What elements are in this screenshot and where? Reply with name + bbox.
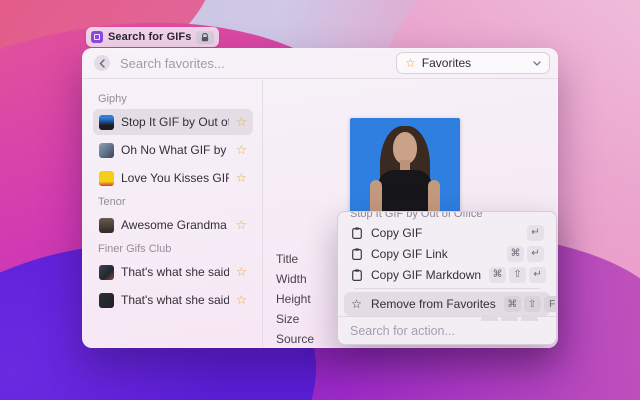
search-input[interactable] (120, 56, 396, 71)
favorite-star-icon: ☆ (236, 172, 247, 185)
list-item-thats-what-she-said[interactable]: That's what she said. ☆ (93, 259, 253, 285)
keycap-return: ↵ (527, 246, 544, 262)
list-item-oh-no-what[interactable]: Oh No What GIF by Major Le... ☆ (93, 137, 253, 163)
action-panel: Stop It GIF by Out of Office Copy GIF ↵ … (337, 211, 557, 345)
chevron-down-icon (533, 61, 541, 66)
section-title-tenor: Tenor (98, 196, 253, 208)
favorites-dropdown[interactable]: ☆ Favorites (396, 52, 550, 74)
star-icon: ☆ (405, 57, 416, 69)
action-search-input[interactable] (350, 324, 544, 338)
keycap-command: ⌘ (489, 267, 506, 283)
gif-thumbnail (99, 171, 114, 186)
keycap-return: ↵ (527, 225, 544, 241)
action-list-divider (354, 288, 540, 289)
favorites-dropdown-label: Favorites (422, 56, 527, 70)
metadata-label-size: Size (276, 312, 314, 326)
list-item-stop-it[interactable]: Stop It GIF by Out of Office ☆ (93, 109, 253, 135)
keycap-f: F (544, 296, 557, 312)
list-item-thats-what-she-said-q[interactable]: That's what she said? ☆ (93, 287, 253, 313)
action-copy-gif-link[interactable]: Copy GIF Link ⌘ ↵ (344, 243, 550, 264)
results-sidebar: Giphy Stop It GIF by Out of Office ☆ Oh … (82, 80, 262, 348)
action-search-bar (338, 316, 556, 344)
action-copy-gif-markdown[interactable]: Copy GIF Markdown ⌘ ⇧ ↵ (344, 264, 550, 285)
action-list: Copy GIF ↵ Copy GIF Link ⌘ ↵ C (338, 221, 556, 321)
clipboard-icon (350, 248, 363, 260)
keycap-return: ↵ (529, 267, 546, 283)
star-slash-icon: ☆ (350, 297, 363, 311)
favorite-star-icon: ☆ (236, 144, 247, 157)
clipboard-icon (350, 227, 363, 239)
gif-thumbnail (99, 143, 114, 158)
action-remove-from-favorites[interactable]: ☆ Remove from Favorites ⌘ ⇧ F (344, 292, 550, 316)
list-item-awesome-grandma[interactable]: Awesome Grandma GIF ☆ (93, 212, 253, 238)
action-panel-header: Stop It GIF by Out of Office (350, 212, 544, 221)
section-title-finer-gifs-club: Finer Gifs Club (98, 243, 253, 255)
metadata-label-title: Title (276, 252, 314, 266)
action-copy-gif[interactable]: Copy GIF ↵ (344, 222, 550, 243)
command-chip[interactable]: Search for GIFs (86, 27, 219, 47)
keycap-command: ⌘ (504, 296, 521, 312)
gif-app-icon (91, 31, 103, 43)
metadata-label-width: Width (276, 272, 314, 286)
command-chip-title: Search for GIFs (108, 31, 191, 43)
gif-thumbnail (99, 115, 114, 130)
keycap-shift: ⇧ (509, 267, 526, 283)
favorite-star-icon: ☆ (236, 219, 247, 232)
favorite-star-icon: ☆ (236, 266, 247, 279)
keycap-command: ⌘ (507, 246, 524, 262)
section-title-giphy: Giphy (98, 93, 253, 105)
lock-icon[interactable] (196, 31, 214, 44)
metadata-list: Title Width Height Size Source (276, 252, 314, 346)
gif-thumbnail (99, 265, 114, 280)
desktop: Search for GIFs ☆ Favorites Giphy (0, 0, 640, 400)
clipboard-icon (350, 269, 363, 281)
back-button[interactable] (94, 55, 110, 71)
keycap-shift: ⇧ (524, 296, 541, 312)
favorite-star-icon: ☆ (236, 116, 247, 129)
gif-thumbnail (99, 293, 114, 308)
metadata-label-height: Height (276, 292, 314, 306)
metadata-label-source: Source (276, 332, 314, 346)
list-item-love-you-kisses[interactable]: Love You Kisses GIF by Ted... ☆ (93, 165, 253, 191)
gif-thumbnail (99, 218, 114, 233)
favorite-star-icon: ☆ (236, 294, 247, 307)
window-header: ☆ Favorites (82, 48, 558, 79)
